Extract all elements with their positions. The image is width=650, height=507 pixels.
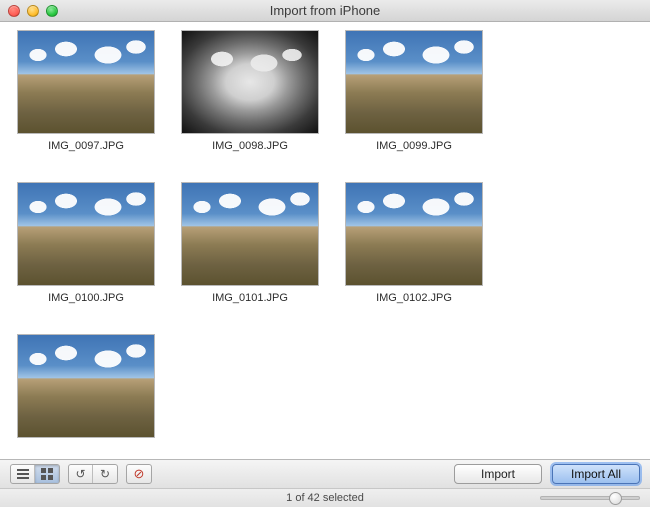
thumbnail-image[interactable] [17, 182, 155, 286]
zoom-thumb-icon[interactable] [609, 492, 622, 505]
thumbnail-item[interactable]: IMG_0097.JPG [6, 30, 166, 152]
import-all-button[interactable]: Import All [552, 464, 640, 484]
thumbnail-item[interactable]: IMG_0098.JPG [170, 30, 330, 152]
thumbnail-item[interactable]: IMG_0099.JPG [334, 30, 494, 152]
thumbnail-image[interactable] [17, 334, 155, 438]
thumbnail-image[interactable] [345, 30, 483, 134]
mark-reject-button[interactable] [127, 465, 151, 483]
delete-segment [126, 464, 152, 484]
thumbnail-area[interactable]: IMG_0097.JPG IMG_0098.JPG IMG_0099.JPG IMG_… [0, 22, 650, 459]
rotate-right-button[interactable] [93, 465, 117, 483]
thumbnail-filename: IMG_0101.JPG [212, 292, 288, 304]
zoom-icon[interactable] [46, 5, 58, 17]
thumbnail-item[interactable] [6, 334, 166, 444]
rotate-left-button[interactable] [69, 465, 93, 483]
thumbnail-filename: IMG_0098.JPG [212, 140, 288, 152]
thumbnail-filename: IMG_0099.JPG [376, 140, 452, 152]
thumbnail-image[interactable] [181, 30, 319, 134]
list-view-button[interactable] [11, 465, 35, 483]
toolbar: Import Import All [0, 459, 650, 488]
thumbnail-image[interactable] [181, 182, 319, 286]
view-mode-segment [10, 464, 60, 484]
thumbnail-filename: IMG_0102.JPG [376, 292, 452, 304]
thumbnail-item[interactable]: IMG_0102.JPG [334, 182, 494, 304]
thumbnail-item[interactable]: IMG_0101.JPG [170, 182, 330, 304]
close-icon[interactable] [8, 5, 20, 17]
thumbnail-image[interactable] [17, 30, 155, 134]
rotate-segment [68, 464, 118, 484]
window-controls [8, 5, 58, 17]
minimize-icon[interactable] [27, 5, 39, 17]
thumbnail-filename: IMG_0100.JPG [48, 292, 124, 304]
thumbnail-image[interactable] [345, 182, 483, 286]
window-title: Import from iPhone [0, 3, 650, 18]
import-button[interactable]: Import [454, 464, 542, 484]
titlebar: Import from iPhone [0, 0, 650, 22]
thumbnail-item[interactable]: IMG_0100.JPG [6, 182, 166, 304]
thumbnail-filename: IMG_0097.JPG [48, 140, 124, 152]
grid-view-button[interactable] [35, 465, 59, 483]
statusbar: 1 of 42 selected [0, 488, 650, 507]
zoom-slider[interactable] [540, 496, 640, 500]
